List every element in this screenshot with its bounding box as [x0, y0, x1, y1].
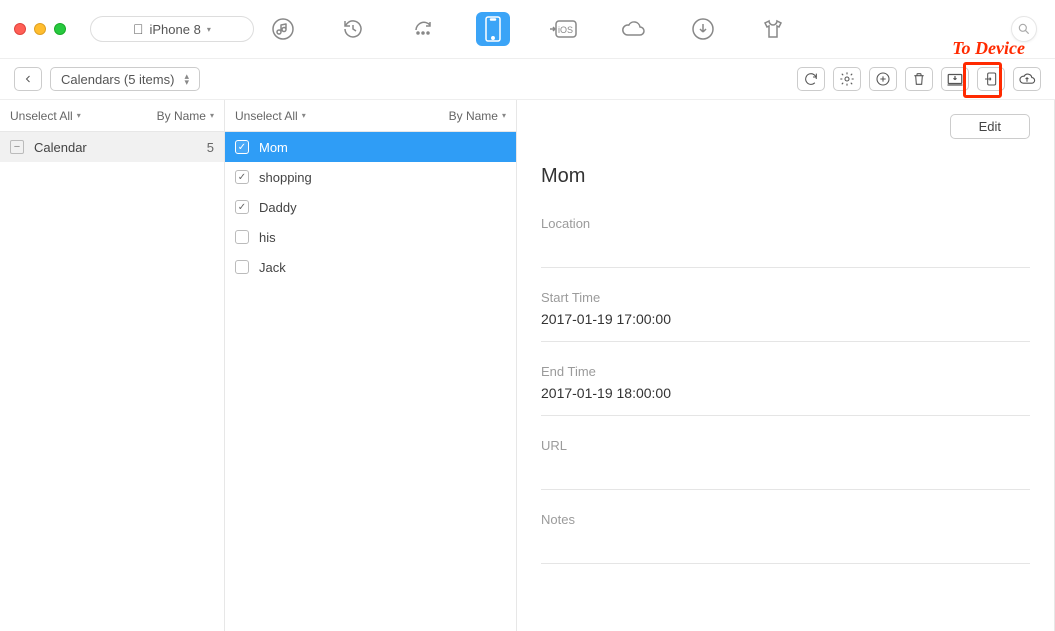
- tshirt-tab-icon[interactable]: [756, 12, 790, 46]
- detail-title: Mom: [541, 165, 1030, 188]
- calendar-item-row[interactable]: Daddy: [225, 192, 516, 222]
- notes-value: [541, 533, 1030, 551]
- device-selector[interactable]:  iPhone 8 ▾: [90, 16, 254, 42]
- start-time-value: 2017-01-19 17:00:00: [541, 311, 1030, 329]
- stepper-icon: ▴▾: [184, 73, 189, 85]
- edit-button[interactable]: Edit: [950, 114, 1030, 139]
- to-ios-tab-icon[interactable]: iOS: [546, 12, 580, 46]
- chevron-down-icon: ▾: [77, 111, 81, 120]
- col2-unselect-toggle[interactable]: Unselect All ▾: [235, 109, 306, 123]
- chevron-down-icon: ▾: [210, 111, 214, 120]
- location-label: Location: [541, 216, 1030, 231]
- calendar-item-row[interactable]: shopping: [225, 162, 516, 192]
- item-label: Mom: [259, 140, 288, 155]
- start-time-label: Start Time: [541, 290, 1030, 305]
- item-checkbox[interactable]: [235, 200, 249, 214]
- backup-tab-icon[interactable]: [406, 12, 440, 46]
- item-checkbox[interactable]: [235, 170, 249, 184]
- to-device-button[interactable]: [977, 67, 1005, 91]
- history-tab-icon[interactable]: [336, 12, 370, 46]
- col1-unselect-label: Unselect All: [10, 109, 73, 123]
- annotation-label: To Device: [952, 38, 1025, 59]
- col2-unselect-label: Unselect All: [235, 109, 298, 123]
- calendar-item-row[interactable]: his: [225, 222, 516, 252]
- to-cloud-button[interactable]: [1013, 67, 1041, 91]
- window-zoom-dot[interactable]: [54, 23, 66, 35]
- indeterminate-checkbox[interactable]: −: [10, 140, 24, 154]
- settings-button[interactable]: [833, 67, 861, 91]
- end-time-label: End Time: [541, 364, 1030, 379]
- svg-text:iOS: iOS: [558, 25, 573, 35]
- music-tab-icon[interactable]: [266, 12, 300, 46]
- apple-logo-icon: : [133, 21, 144, 37]
- item-label: shopping: [259, 170, 312, 185]
- cloud-tab-icon[interactable]: [616, 12, 650, 46]
- to-mac-button[interactable]: [941, 67, 969, 91]
- window-minimize-dot[interactable]: [34, 23, 46, 35]
- notes-label: Notes: [541, 512, 1030, 527]
- calendar-item-row[interactable]: Jack: [225, 252, 516, 282]
- col2-sort-label: By Name: [449, 109, 498, 123]
- breadcrumb-label: Calendars (5 items): [61, 72, 174, 87]
- category-name: Calendar: [34, 140, 87, 155]
- col1-unselect-toggle[interactable]: Unselect All ▾: [10, 109, 81, 123]
- item-checkbox[interactable]: [235, 140, 249, 154]
- item-checkbox[interactable]: [235, 260, 249, 274]
- refresh-button[interactable]: [797, 67, 825, 91]
- back-button[interactable]: [14, 67, 42, 91]
- category-row[interactable]: − Calendar 5: [0, 132, 224, 162]
- download-tab-icon[interactable]: [686, 12, 720, 46]
- window-close-dot[interactable]: [14, 23, 26, 35]
- item-label: his: [259, 230, 276, 245]
- add-button[interactable]: [869, 67, 897, 91]
- breadcrumb-selector[interactable]: Calendars (5 items) ▴▾: [50, 67, 200, 91]
- calendar-item-row[interactable]: Mom: [225, 132, 516, 162]
- col2-sort-toggle[interactable]: By Name ▾: [449, 109, 506, 123]
- category-count: 5: [207, 140, 214, 155]
- url-label: URL: [541, 438, 1030, 453]
- chevron-down-icon: ▾: [302, 111, 306, 120]
- delete-button[interactable]: [905, 67, 933, 91]
- device-label: iPhone 8: [150, 22, 201, 37]
- device-tab-icon[interactable]: [476, 12, 510, 46]
- edit-label: Edit: [979, 119, 1001, 134]
- item-checkbox[interactable]: [235, 230, 249, 244]
- end-time-value: 2017-01-19 18:00:00: [541, 385, 1030, 403]
- chevron-down-icon: ▾: [502, 111, 506, 120]
- url-value: [541, 459, 1030, 477]
- chevron-down-icon: ▾: [207, 25, 211, 34]
- col1-sort-label: By Name: [157, 109, 206, 123]
- col1-sort-toggle[interactable]: By Name ▾: [157, 109, 214, 123]
- location-value: [541, 237, 1030, 255]
- item-label: Daddy: [259, 200, 297, 215]
- item-label: Jack: [259, 260, 286, 275]
